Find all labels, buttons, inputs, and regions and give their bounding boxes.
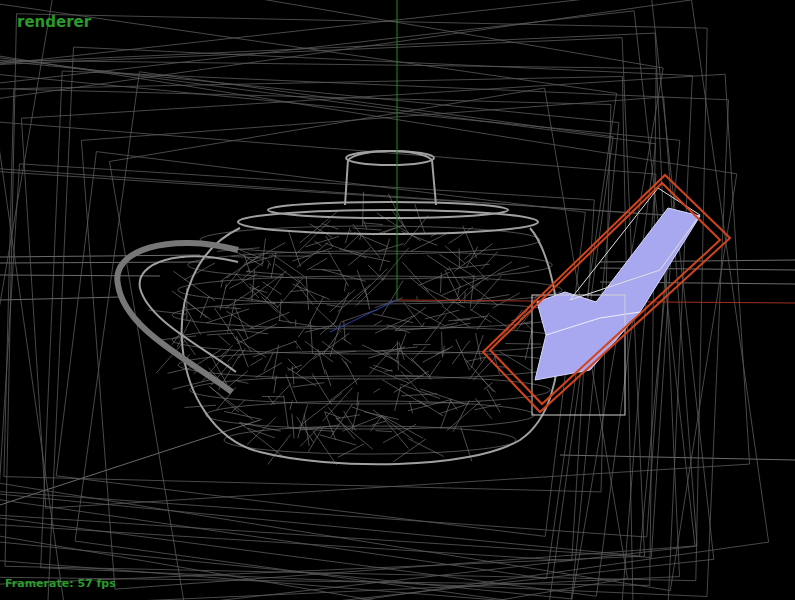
renderer-window: renderer Framerate: 57 fps [0, 0, 795, 600]
teapot-outline [117, 151, 559, 464]
axes [330, 0, 795, 332]
framerate-label: Framerate: 57 fps [5, 576, 116, 592]
hud: renderer Framerate: 57 fps [0, 0, 795, 600]
window-title: renderer [17, 12, 91, 32]
spout-mesh[interactable] [535, 208, 700, 380]
selection-box [532, 295, 625, 415]
bounding-boxes [0, 0, 769, 600]
selection-highlight [483, 175, 730, 412]
teapot-wireframe [149, 192, 568, 465]
viewport[interactable] [0, 0, 795, 600]
selected-spout[interactable] [483, 175, 730, 415]
